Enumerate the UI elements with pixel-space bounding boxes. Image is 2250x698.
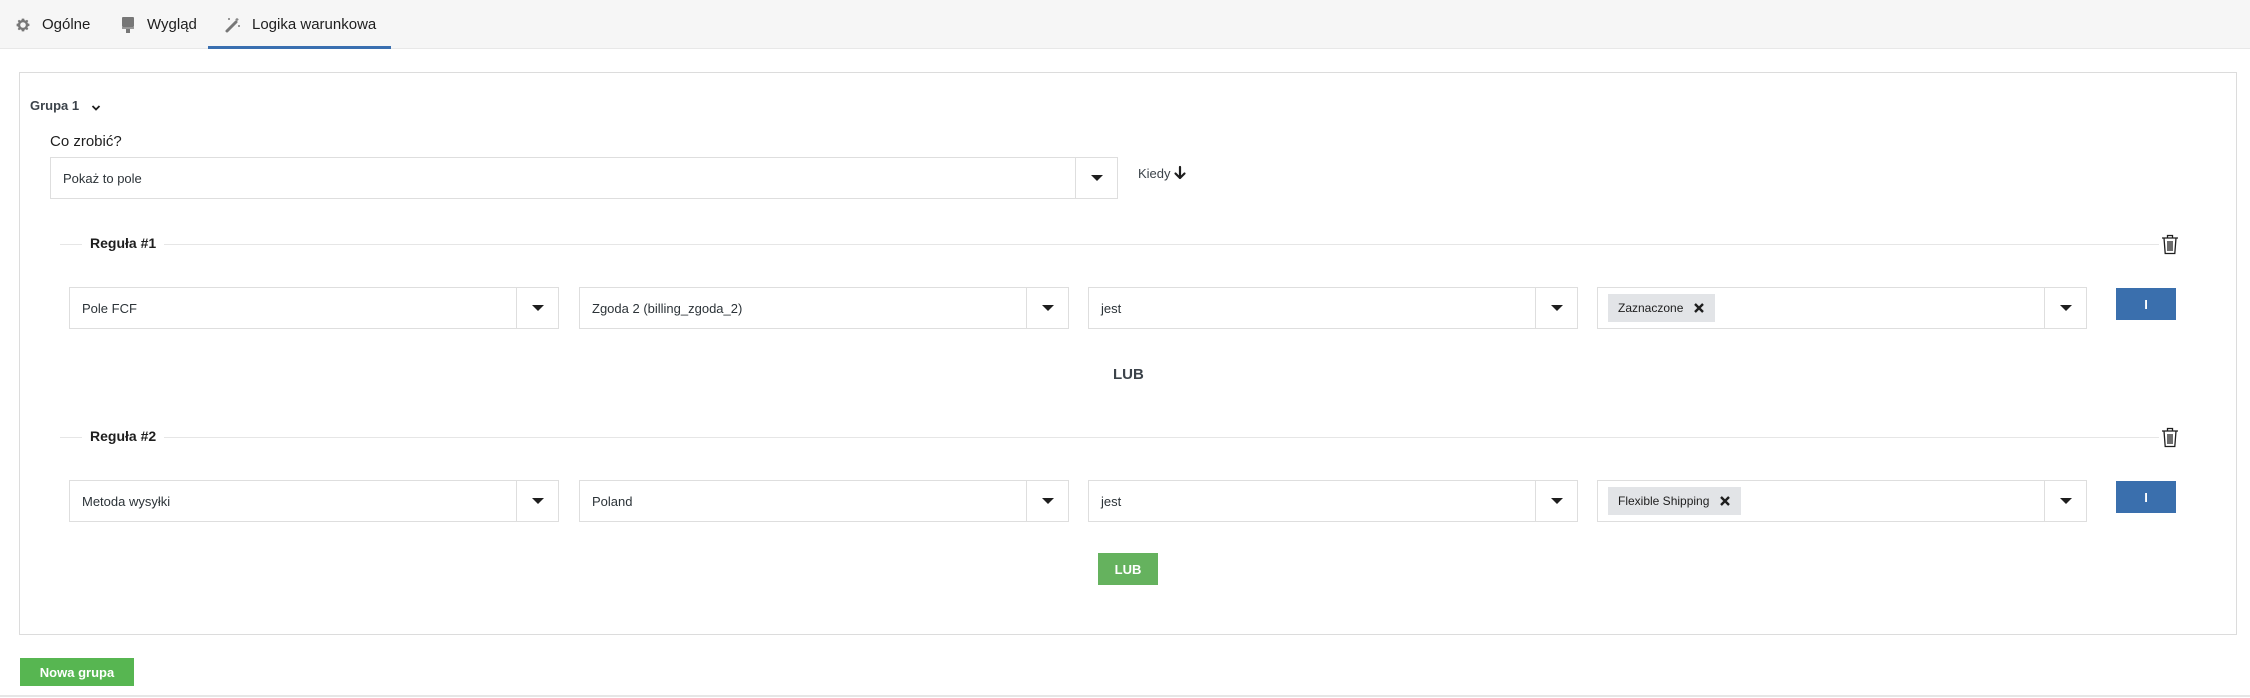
paint-brush-icon [119,16,137,34]
dropdown-arrow-icon[interactable] [1026,288,1068,328]
tab-conditional-logic[interactable]: Logika warunkowa [207,0,392,49]
remove-tag-icon[interactable] [1693,302,1705,314]
rule-operator-select[interactable]: jest [1088,287,1578,329]
dropdown-arrow-icon[interactable] [1075,158,1117,198]
rule-field-type-select[interactable]: Pole FCF [69,287,559,329]
select-value: Poland [592,493,633,509]
when-label: Kiedy [1138,165,1187,181]
tab-label: Logika warunkowa [252,16,377,33]
chevron-down-icon [91,101,101,111]
gear-icon [14,16,32,34]
magic-wand-icon [224,16,242,34]
trash-icon [2162,234,2178,255]
rule-title: Reguła #2 [82,428,165,444]
arrow-down-icon [1173,165,1186,180]
and-button[interactable]: I [2116,481,2176,513]
tab-appearance[interactable]: Wygląd [119,0,197,49]
select-tags: Zaznaczone [1598,288,2044,328]
rule-divider [60,244,2160,245]
dropdown-arrow-icon[interactable] [2044,481,2086,521]
delete-rule-button[interactable] [2159,231,2181,257]
action-select[interactable]: Pokaż to pole [50,157,1118,199]
action-select-value: Pokaż to pole [63,170,142,186]
group-title: Grupa 1 [30,98,80,113]
select-tags: Flexible Shipping [1598,481,2044,521]
when-text: Kiedy [1138,165,1171,181]
rule-field-type-select[interactable]: Metoda wysyłki [69,480,559,522]
tab-label: Ogólne [42,16,91,33]
tab-general[interactable]: Ogólne [14,0,90,49]
rule-field-select[interactable]: Poland [579,480,1069,522]
rule-divider [60,437,2160,438]
select-value: jest [1101,300,1122,316]
new-group-button[interactable]: Nowa grupa [20,658,134,686]
dropdown-arrow-icon[interactable] [516,481,558,521]
or-button[interactable]: LUB [1098,553,1158,585]
rule-value-multiselect[interactable]: Zaznaczone [1597,287,2087,329]
select-value: jest [1101,493,1122,509]
group-toggle[interactable]: Grupa 1 [30,98,101,113]
select-value: Metoda wysyłki [82,493,171,509]
rule-title: Reguła #1 [82,235,165,251]
tag-label: Zaznaczone [1618,301,1684,315]
tab-label: Wygląd [147,16,197,33]
action-label: Co zrobić? [50,133,122,150]
divider [0,695,2250,697]
dropdown-arrow-icon[interactable] [1535,288,1577,328]
remove-tag-icon[interactable] [1719,495,1731,507]
tag-label: Flexible Shipping [1618,494,1710,508]
rule-value-multiselect[interactable]: Flexible Shipping [1597,480,2087,522]
dropdown-arrow-icon[interactable] [516,288,558,328]
or-separator: LUB [1113,366,1144,383]
value-tag: Zaznaczone [1608,294,1716,322]
rule-operator-select[interactable]: jest [1088,480,1578,522]
dropdown-arrow-icon[interactable] [1026,481,1068,521]
and-button[interactable]: I [2116,288,2176,320]
value-tag: Flexible Shipping [1608,487,1742,515]
delete-rule-button[interactable] [2159,424,2181,450]
dropdown-arrow-icon[interactable] [1535,481,1577,521]
select-value: Pole FCF [82,300,137,316]
dropdown-arrow-icon[interactable] [2044,288,2086,328]
trash-icon [2162,427,2178,448]
select-value: Zgoda 2 (billing_zgoda_2) [592,300,743,316]
tab-bar: Ogólne Wygląd Logika warunkowa [0,0,2250,49]
rule-field-select[interactable]: Zgoda 2 (billing_zgoda_2) [579,287,1069,329]
